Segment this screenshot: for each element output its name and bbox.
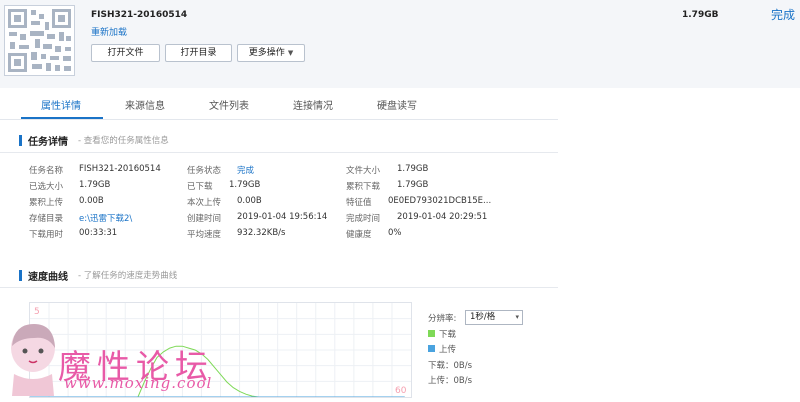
value-total-download: 1.79GB bbox=[397, 180, 429, 190]
value-task-status: 完成 bbox=[237, 166, 255, 176]
label-hash: 特征值 bbox=[346, 198, 372, 208]
chevron-down-icon: ▾ bbox=[515, 313, 519, 321]
section-marker bbox=[19, 135, 22, 146]
task-size: 1.79GB bbox=[682, 10, 719, 20]
label-downloaded: 已下载 bbox=[187, 182, 213, 192]
y-max-label: 5 bbox=[34, 307, 40, 317]
value-hash: 0E0ED793021DCB15E... bbox=[388, 196, 492, 206]
details-divider bbox=[0, 152, 558, 153]
tab-properties[interactable]: 属性详情 bbox=[41, 97, 81, 112]
task-header: FISH321-20160514 重新加载 打开文件 打开目录 更多操作 ▼ 1.… bbox=[0, 0, 800, 88]
value-total-upload: 0.00B bbox=[79, 196, 104, 206]
task-filename: FISH321-20160514 bbox=[91, 10, 188, 20]
completed-status-link[interactable]: 完成 bbox=[771, 6, 795, 23]
watermark-url: www.moxing.cool bbox=[64, 374, 213, 392]
download-legend-label: 下载 bbox=[439, 330, 457, 340]
tab-connections[interactable]: 连接情况 bbox=[293, 97, 333, 112]
label-finished-time: 完成时间 bbox=[346, 214, 381, 224]
label-task-name: 任务名称 bbox=[29, 166, 64, 176]
open-file-button[interactable]: 打开文件 bbox=[91, 44, 160, 62]
x-max-label: 60 bbox=[395, 386, 407, 396]
label-total-download: 累积下载 bbox=[346, 182, 381, 192]
label-file-size: 文件大小 bbox=[346, 166, 381, 176]
value-storage-dir-link[interactable]: e:\迅雷下载2\ bbox=[79, 212, 132, 224]
label-download-duration: 下载用时 bbox=[29, 230, 64, 240]
resolution-value: 1秒/格 bbox=[470, 312, 496, 322]
open-directory-button[interactable]: 打开目录 bbox=[165, 44, 232, 62]
value-task-name: FISH321-20160514 bbox=[79, 164, 161, 174]
label-health: 健康度 bbox=[346, 230, 372, 240]
value-finished-time: 2019-01-04 20:29:51 bbox=[397, 212, 488, 222]
value-file-size: 1.79GB bbox=[397, 164, 429, 174]
speed-divider bbox=[0, 287, 558, 288]
value-session-upload: 0.00B bbox=[237, 196, 262, 206]
label-task-status: 任务状态 bbox=[187, 166, 222, 176]
watermark-avatar bbox=[4, 318, 62, 396]
details-section-subtitle: - 查看您的任务属性信息 bbox=[78, 136, 169, 146]
value-selected-size: 1.79GB bbox=[79, 180, 111, 190]
tabs-divider bbox=[0, 119, 558, 120]
more-actions-label: 更多操作 bbox=[248, 48, 285, 58]
value-downloaded: 1.79GB bbox=[229, 180, 261, 190]
section-marker bbox=[19, 270, 22, 281]
speed-section-title: 速度曲线 bbox=[28, 272, 68, 283]
resolution-label: 分辨率: bbox=[428, 314, 457, 324]
value-download-duration: 00:33:31 bbox=[79, 228, 118, 238]
speed-section-subtitle: - 了解任务的速度走势曲线 bbox=[78, 271, 178, 281]
detail-tabs: 属性详情 来源信息 文件列表 连接情况 硬盘读写 bbox=[0, 88, 800, 120]
reload-link[interactable]: 重新加载 bbox=[91, 25, 127, 38]
upload-legend-label: 上传 bbox=[439, 345, 457, 355]
label-selected-size: 已选大小 bbox=[29, 182, 64, 192]
more-actions-button[interactable]: 更多操作 ▼ bbox=[237, 44, 305, 62]
upload-rate-readout: 上传：0B/s bbox=[428, 376, 473, 386]
label-average-speed: 平均速度 bbox=[187, 230, 222, 240]
value-health: 0% bbox=[388, 228, 402, 238]
tab-disk-io[interactable]: 硬盘读写 bbox=[377, 97, 417, 112]
resolution-select[interactable]: 1秒/格 ▾ bbox=[465, 310, 523, 325]
tab-source-info[interactable]: 来源信息 bbox=[125, 97, 165, 112]
label-total-upload: 累积上传 bbox=[29, 198, 64, 208]
value-average-speed: 932.32KB/s bbox=[237, 228, 286, 238]
qr-code-image bbox=[4, 5, 75, 76]
tab-file-list[interactable]: 文件列表 bbox=[209, 97, 249, 112]
label-created-time: 创建时间 bbox=[187, 214, 222, 224]
value-created-time: 2019-01-04 19:56:14 bbox=[237, 212, 328, 222]
download-legend-swatch bbox=[428, 330, 435, 337]
chevron-down-icon: ▼ bbox=[287, 49, 294, 57]
details-section-title: 任务详情 bbox=[28, 137, 68, 148]
download-rate-readout: 下载：0B/s bbox=[428, 361, 473, 371]
upload-legend-swatch bbox=[428, 345, 435, 352]
label-storage-dir: 存储目录 bbox=[29, 214, 64, 224]
label-session-upload: 本次上传 bbox=[187, 198, 222, 208]
